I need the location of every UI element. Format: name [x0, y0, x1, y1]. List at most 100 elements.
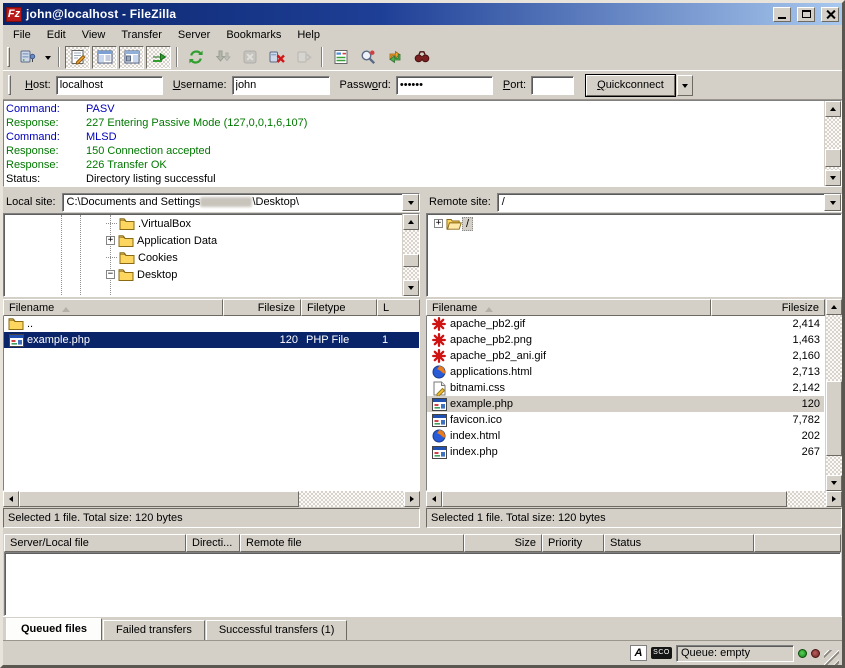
- file-row[interactable]: favicon.ico7,782: [427, 412, 824, 428]
- queue-column-server-local-file[interactable]: Server/Local file: [4, 534, 186, 552]
- file-row[interactable]: example.php120: [427, 396, 824, 412]
- filter-button[interactable]: [328, 46, 353, 69]
- scrollbar-thumb[interactable]: [403, 254, 419, 267]
- menu-help[interactable]: Help: [289, 27, 328, 43]
- file-row[interactable]: applications.html2,713: [427, 364, 824, 380]
- local-tree-item[interactable]: +Application Data: [5, 232, 401, 249]
- scrollbar-thumb[interactable]: [826, 381, 842, 456]
- file-row[interactable]: apache_pb2_ani.gif2,160: [427, 348, 824, 364]
- local-tree-item[interactable]: .VirtualBox: [5, 215, 401, 232]
- scroll-up-button[interactable]: [403, 214, 419, 230]
- queue-column-priority[interactable]: Priority: [542, 534, 604, 552]
- maximize-button[interactable]: [797, 7, 815, 22]
- scroll-up-button[interactable]: [825, 101, 841, 117]
- scroll-down-button[interactable]: [825, 170, 841, 186]
- refresh-button[interactable]: [183, 46, 208, 69]
- remote-tree-item[interactable]: +/: [428, 215, 840, 232]
- toggle-local-tree-button[interactable]: [92, 46, 117, 69]
- password-input[interactable]: [396, 76, 493, 95]
- column-header-filesize[interactable]: Filesize: [711, 299, 825, 316]
- quickconnect-dropdown-button[interactable]: [677, 75, 693, 96]
- reconnect-button[interactable]: [291, 46, 316, 69]
- process-queue-button[interactable]: [210, 46, 235, 69]
- local-list-hscrollbar[interactable]: [3, 491, 420, 507]
- file-row[interactable]: ..: [4, 316, 419, 332]
- expand-plus-icon[interactable]: +: [434, 219, 443, 228]
- local-site-dropdown-button[interactable]: [402, 194, 419, 211]
- local-tree-scrollbar[interactable]: [402, 214, 419, 296]
- file-row[interactable]: index.html202: [427, 428, 824, 444]
- sync-browse-button[interactable]: [382, 46, 407, 69]
- cell-text: 1: [382, 334, 388, 346]
- compare-button[interactable]: [355, 46, 380, 69]
- file-row[interactable]: example.php120PHP File1: [4, 332, 419, 348]
- menu-edit[interactable]: Edit: [39, 27, 74, 43]
- port-input[interactable]: [531, 76, 574, 95]
- toggle-log-button[interactable]: [65, 46, 90, 69]
- transfer-queue-body[interactable]: [4, 552, 841, 616]
- drag-grip[interactable]: [8, 75, 11, 95]
- scrollbar-thumb[interactable]: [825, 149, 841, 167]
- username-input[interactable]: [232, 76, 330, 95]
- menu-server[interactable]: Server: [170, 27, 218, 43]
- collapse-minus-icon[interactable]: −: [106, 270, 115, 279]
- tab-failed-transfers[interactable]: Failed transfers: [103, 620, 205, 641]
- file-name: example.php: [27, 334, 90, 346]
- local-site-combobox[interactable]: C:\Documents and Settings\Desktop\: [62, 193, 420, 212]
- remote-site-combobox[interactable]: /: [497, 193, 842, 212]
- log-line-text: MLSD: [86, 130, 117, 144]
- speed-limit-icon[interactable]: SCO: [651, 647, 672, 659]
- drag-grip[interactable]: [7, 47, 10, 67]
- toggle-queue-button[interactable]: [146, 46, 171, 69]
- cancel-button[interactable]: [237, 46, 262, 69]
- column-header-filetype[interactable]: Filetype: [301, 299, 377, 316]
- scroll-right-button[interactable]: [826, 491, 842, 507]
- menu-view[interactable]: View: [74, 27, 114, 43]
- column-header-filename[interactable]: Filename: [3, 299, 223, 316]
- scroll-down-button[interactable]: [403, 280, 419, 296]
- tab-queued-files[interactable]: Queued files: [6, 618, 102, 641]
- scrollbar-thumb[interactable]: [19, 491, 299, 507]
- site-manager-button[interactable]: [15, 46, 40, 69]
- file-row[interactable]: index.php267: [427, 444, 824, 460]
- queue-column-size[interactable]: Size: [464, 534, 542, 552]
- site-manager-dropdown-button[interactable]: [41, 46, 54, 69]
- remote-site-dropdown-button[interactable]: [824, 194, 841, 211]
- ascii-datatype-icon[interactable]: A: [630, 645, 647, 661]
- column-header-filesize[interactable]: Filesize: [223, 299, 301, 316]
- remote-list-scrollbar[interactable]: [825, 299, 842, 491]
- log-scrollbar[interactable]: [824, 101, 841, 186]
- scroll-left-button[interactable]: [426, 491, 442, 507]
- menu-bookmarks[interactable]: Bookmarks: [218, 27, 289, 43]
- file-row[interactable]: apache_pb2.gif2,414: [427, 316, 824, 332]
- host-input[interactable]: [56, 76, 163, 95]
- file-row[interactable]: bitnami.css2,142: [427, 380, 824, 396]
- scrollbar-thumb[interactable]: [442, 491, 787, 507]
- scroll-down-button[interactable]: [826, 475, 842, 491]
- file-row[interactable]: apache_pb2.png1,463: [427, 332, 824, 348]
- column-header-label: Size: [515, 537, 536, 549]
- remote-list-hscrollbar[interactable]: [426, 491, 842, 507]
- queue-column-remote-file[interactable]: Remote file: [240, 534, 464, 552]
- quickconnect-button[interactable]: Quickconnect: [586, 75, 675, 96]
- scroll-up-button[interactable]: [826, 299, 842, 315]
- close-button[interactable]: [821, 7, 839, 22]
- tab-successful-transfers-[interactable]: Successful transfers (1): [206, 620, 348, 641]
- menu-transfer[interactable]: Transfer: [113, 27, 170, 43]
- scroll-right-button[interactable]: [404, 491, 420, 507]
- scroll-left-button[interactable]: [3, 491, 19, 507]
- menu-file[interactable]: File: [5, 27, 39, 43]
- disconnect-button[interactable]: [264, 46, 289, 69]
- expand-plus-icon[interactable]: +: [106, 236, 115, 245]
- find-button[interactable]: [409, 46, 434, 69]
- toggle-remote-tree-button[interactable]: [119, 46, 144, 69]
- queue-column-status[interactable]: Status: [604, 534, 754, 552]
- local-tree-item[interactable]: Cookies: [5, 249, 401, 266]
- minimize-button[interactable]: [773, 7, 791, 22]
- queue-column-directi-[interactable]: Directi...: [186, 534, 240, 552]
- column-header-l[interactable]: L: [377, 299, 420, 316]
- resize-grip[interactable]: [824, 650, 839, 665]
- column-header-filename[interactable]: Filename: [426, 299, 711, 316]
- file-name: applications.html: [450, 366, 532, 378]
- local-tree-item[interactable]: −Desktop: [5, 266, 401, 283]
